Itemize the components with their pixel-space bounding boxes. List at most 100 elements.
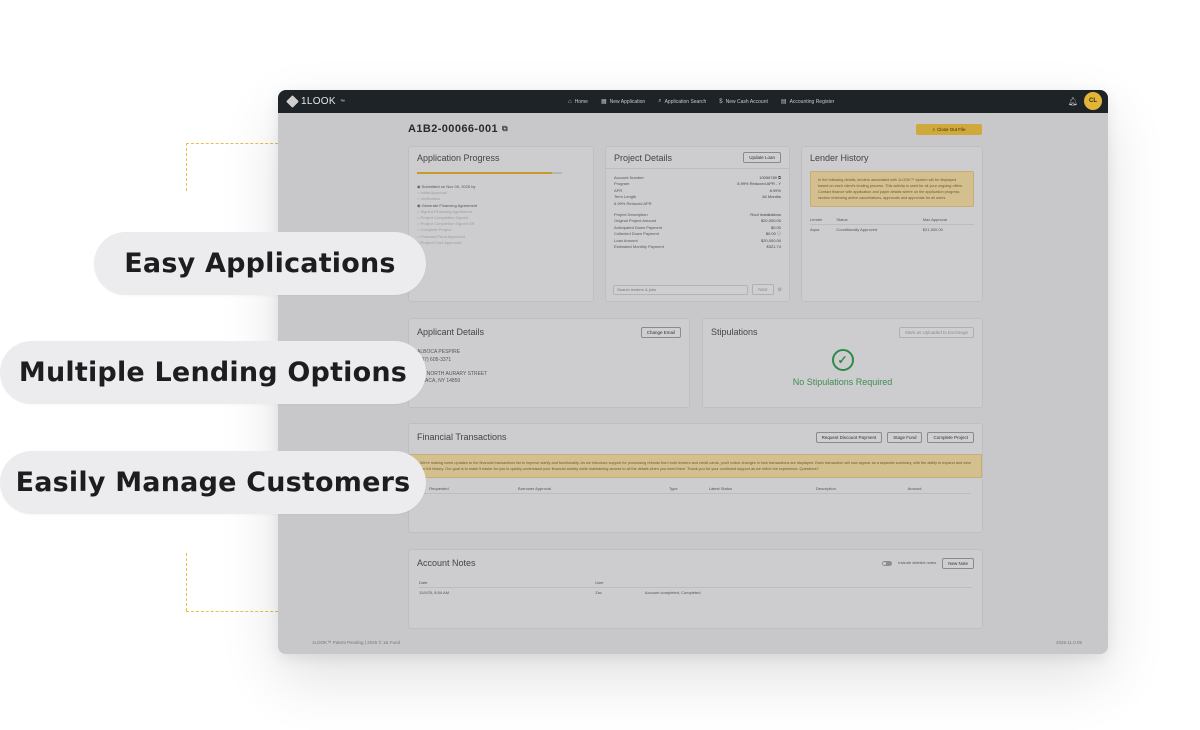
project-detail-value: 84 Months [762, 194, 781, 200]
table-row[interactable]: 11/9/25, 8:54 AM Zac Account completed, Co… [419, 588, 972, 598]
home-icon: ⌂ [568, 98, 572, 105]
note-cell-date: 11/9/25, 8:54 AM [419, 590, 449, 595]
new-note-button[interactable]: New Note [942, 557, 974, 569]
note-cell-note: Account completed, Completed [644, 590, 701, 595]
note-cell-user: Zac [595, 590, 602, 595]
transactions-column-header: Type [668, 484, 709, 495]
search-icon: ⌕ [932, 127, 935, 132]
change-email-button[interactable]: Change Email [640, 326, 681, 338]
card-body: Account Number 10056789 ⧉ Program 8.99% Red… [606, 169, 789, 256]
top-navbar: 1LOOK ™ ⌂ Home ▦ New Application ⌕ Applicati… [278, 90, 1108, 113]
nav-home[interactable]: ⌂ Home [568, 99, 588, 105]
account-notes-card: Account Notes Include deleted notes New … [408, 549, 983, 629]
include-deleted-toggle[interactable] [882, 560, 893, 566]
applicant-phone: (607) 605-3371 [417, 356, 452, 363]
update-loan-button[interactable]: Update Loan [743, 152, 781, 163]
lender-history-card: Lender History In the following details,… [801, 146, 983, 302]
pill-easily-manage-customers: Easily Manage Customers [0, 451, 426, 514]
lender-table-body: Aqua Conditionally Approved $21,500.00 [810, 225, 974, 235]
pill-easy-applications: Easy Applications [94, 232, 426, 295]
transactions-column-header: Description [815, 484, 908, 495]
card-body: Date User 11/9/25, 8:54 AM Zac Account comp… [409, 576, 982, 599]
search-input[interactable] [613, 284, 749, 295]
progress-step-label: Submitted on Nov 09, 2025 by [421, 184, 476, 189]
pill-multiple-lending-options: Multiple Lending Options [0, 341, 426, 404]
notes-column-header-blank [644, 578, 972, 588]
complete-project-button[interactable]: Complete Project [927, 431, 974, 443]
progress-step-label: Verification [420, 196, 441, 202]
notes-column-header: Date [419, 578, 596, 588]
connector-line-top [186, 143, 187, 191]
nav-new-cash-account[interactable]: $ New Cash Account [719, 99, 768, 105]
nav-application-search[interactable]: ⌕ Application Search [658, 98, 706, 105]
project-detail-label: 8.99% Reduced APR [614, 200, 652, 206]
progress-step: ○ Project Fund Approved [417, 240, 585, 246]
card-body: ◉ Submitted on Nov 09, 2025 by ○ Initial … [409, 172, 593, 252]
bell-icon[interactable]: 🔔︎ [1068, 97, 1078, 106]
nav-accounting-register[interactable]: ▤ Accounting Register [781, 98, 835, 106]
notes-table-header: Date User [419, 578, 972, 588]
progress-step-label: Initial Approval [420, 190, 447, 196]
applicant-name: ALBOCA PESPIRE [417, 349, 461, 355]
footer: 1LOOK™ Patent Pending | 2025 © 1& Fund 2… [312, 640, 1082, 645]
connector-line-bottom-h [186, 611, 278, 612]
lender-column-header: Status [836, 215, 923, 226]
card-header: Application Progress [409, 147, 593, 169]
card-header: Stipulations Mark as Uploaded to Exchang… [703, 319, 982, 345]
notes-table: Date User 11/9/25, 8:54 AM Zac Account comp… [419, 578, 972, 597]
project-search-row: Next ⚙ [613, 284, 782, 295]
card-body: We're making some updates to the financi… [409, 450, 982, 495]
lender-history-alert: In the following details, lenders associ… [810, 171, 974, 208]
stage-fund-button[interactable]: Stage Fund [887, 431, 923, 443]
project-details-card: Project Details Update Loan Account Numb… [605, 146, 790, 302]
table-row[interactable]: Aqua Conditionally Approved $21,500.00 [810, 225, 974, 235]
grid-icon: ▦ [600, 99, 607, 105]
request-discount-payment-button[interactable]: Request Discount Payment [815, 431, 883, 443]
progress-fill [417, 172, 552, 174]
card-title: Financial Transactions [417, 432, 507, 442]
lender-cell-max: $21,500.00 [922, 227, 943, 233]
transactions-table: #RequestedBorrower ApprovalTypeLatest St… [419, 484, 971, 495]
card-header: Account Notes Include deleted notes New … [409, 550, 982, 576]
mark-uploaded-button[interactable]: Mark as Uploaded to Exchange [899, 326, 974, 338]
search-icon: ⌕ [658, 98, 662, 104]
next-button[interactable]: Next [752, 284, 774, 295]
connector-line-top-h [186, 143, 278, 144]
applicant-details-card: Applicant Details Change Email ALBOCA PE… [408, 318, 690, 408]
lender-table-header: Lender Status Max Approval [810, 215, 974, 226]
nav-new-application[interactable]: ▦ New Application [600, 98, 646, 106]
marketing-stage: 1LOOK ™ ⌂ Home ▦ New Application ⌕ Applicati… [0, 0, 1200, 730]
card-title: Application Progress [417, 153, 500, 163]
close-out-file-button[interactable]: ⌕ Close Out File [916, 124, 982, 135]
copy-icon[interactable]: ⧉ [502, 124, 508, 134]
transactions-column-header: Amount [907, 484, 971, 495]
transactions-column-header: Requested [429, 484, 519, 495]
brand-tm: ™ [339, 98, 346, 105]
brand-name: 1LOOK [301, 96, 336, 107]
card-body: ALBOCA PESPIRE (607) 605-3371 123 NORTH … [409, 345, 689, 392]
main-nav: ⌂ Home ▦ New Application ⌕ Application Sear… [568, 90, 834, 113]
card-title: Account Notes [417, 558, 476, 568]
project-detail-label: Estimated Monthly Payment [614, 243, 664, 249]
gear-icon[interactable]: ⚙ [778, 287, 782, 293]
footer-left: 1LOOK™ Patent Pending | 2025 © 1& Fund [312, 640, 401, 645]
lender-cell-status: Conditionally Approved [836, 227, 878, 233]
transactions-column-header: Borrower Approval [518, 484, 669, 495]
page-title: A1B2-00066-001 ⧉ [408, 123, 508, 135]
applicant-street: 123 NORTH AURARY STREET [417, 370, 488, 377]
card-body: ✓ No Stipulations Required [703, 345, 982, 393]
nav-accounting-register-label: Accounting Register [789, 98, 835, 105]
avatar[interactable]: CL [1084, 92, 1102, 110]
brand-logo[interactable]: 1LOOK ™ [286, 95, 346, 108]
footer-right: 2025.11.0.05 [1056, 640, 1082, 645]
card-header: Financial Transactions Request Discount … [409, 424, 982, 450]
nav-new-application-label: New Application [609, 98, 646, 105]
no-stipulations-text: No Stipulations Required [792, 377, 893, 387]
progress-step-label: Project Completion Signed Off [420, 221, 475, 227]
nav-new-cash-account-label: New Cash Account [725, 98, 768, 105]
transaction-actions: Request Discount Payment Stage Fund Comp… [815, 431, 974, 443]
check-circle-icon: ✓ [831, 349, 854, 371]
transactions-table-header: #RequestedBorrower ApprovalTypeLatest St… [419, 484, 971, 495]
card-header: Applicant Details Change Email [409, 319, 689, 345]
connector-line-bottom [186, 553, 187, 611]
